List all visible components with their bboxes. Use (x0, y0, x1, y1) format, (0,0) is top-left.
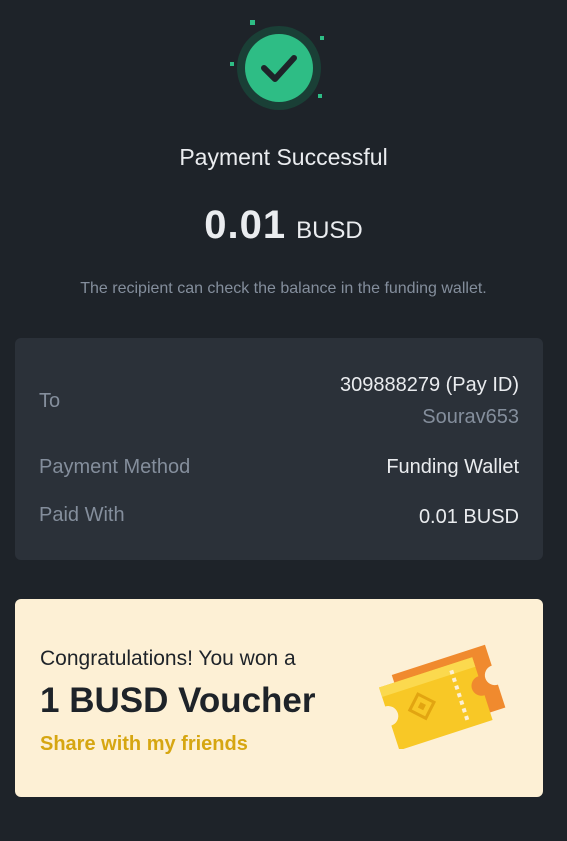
check-circle-icon (227, 18, 327, 118)
payment-details-card: To 309888279 (Pay ID) Sourav653 Payment … (15, 338, 543, 560)
share-with-friends-link[interactable]: Share with my friends (40, 730, 248, 758)
paid-with-value: 0.01 BUSD (418, 506, 519, 528)
voucher-banner[interactable]: Congratulations! You won a 1 BUSD Vouche… (15, 599, 543, 797)
payment-success-screen: Payment Successful 0.01 BUSD The recipien… (0, 0, 567, 841)
payment-method-label: Payment Method (39, 456, 191, 478)
recipient-notice: The recipient can check the balance in t… (80, 280, 487, 297)
amount-value: 0.01 (204, 203, 287, 247)
to-pay-id: 309888279 (Pay ID) (339, 374, 519, 396)
amount-currency: BUSD (296, 217, 363, 244)
to-username: Sourav653 (422, 406, 519, 428)
voucher-congrats-text: Congratulations! You won a (40, 647, 296, 670)
paid-with-label: Paid With (39, 504, 125, 526)
to-label: To (39, 390, 61, 412)
page-title: Payment Successful (179, 144, 388, 170)
amount-display: 0.01 BUSD (0, 203, 567, 248)
voucher-title: 1 BUSD Voucher (40, 681, 316, 720)
payment-method-value: Funding Wallet (386, 456, 519, 478)
voucher-ticket-icon (370, 639, 510, 749)
